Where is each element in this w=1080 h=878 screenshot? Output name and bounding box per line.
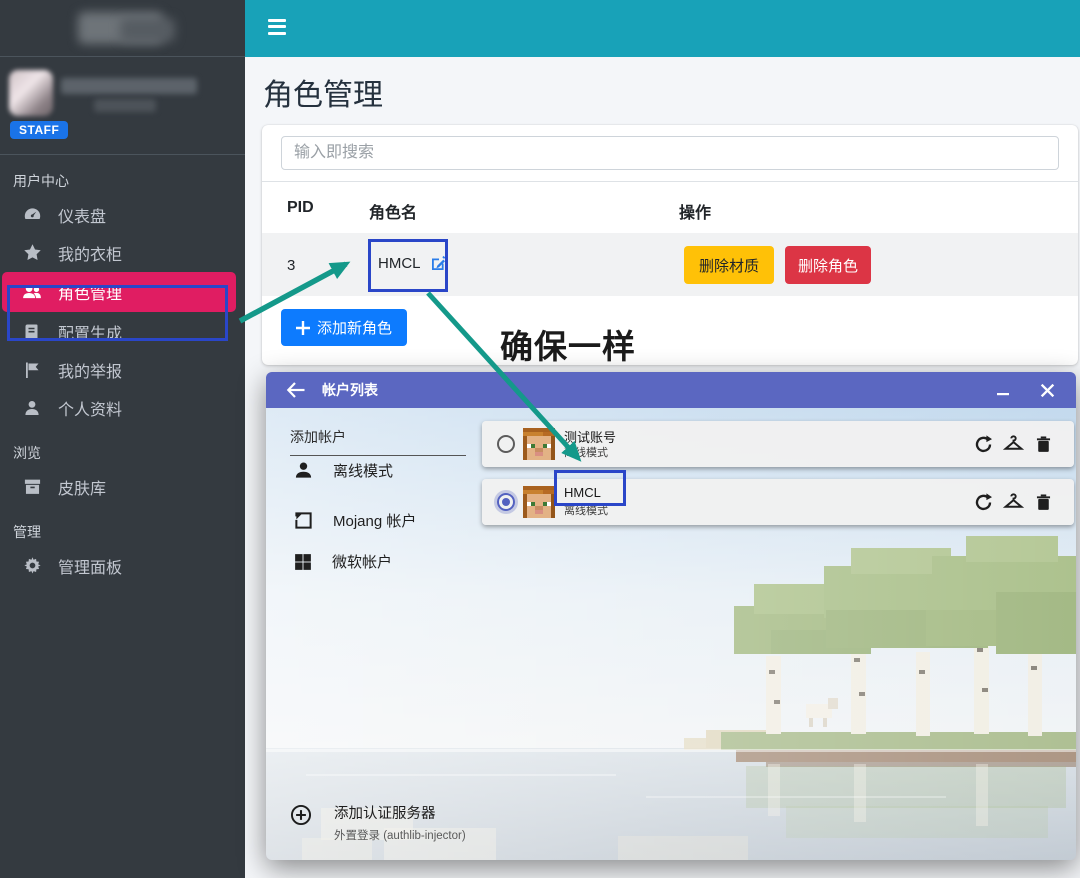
sidebar: STAFF 用户中心 仪表盘 我的衣柜 角色管理 配置生成 我的举报 — [0, 0, 245, 878]
microsoft-account-item[interactable]: 微软帐户 — [294, 551, 392, 572]
redacted-subtext — [94, 99, 156, 112]
refresh-icon[interactable] — [971, 432, 995, 456]
sidebar-item-admin-panel[interactable]: 管理面板 — [2, 547, 236, 584]
sidebar-item-my-reports[interactable]: 我的举报 — [2, 351, 236, 388]
archive-icon — [22, 477, 42, 497]
user-icon — [22, 398, 42, 418]
redacted-username — [61, 78, 197, 94]
sidebar-item-skin-library[interactable]: 皮肤库 — [2, 468, 236, 505]
account-row-test[interactable]: 测试账号 离线模式 — [482, 421, 1074, 467]
plus-icon — [296, 321, 310, 335]
hmcl-account-window: 帐户列表 添加帐户 离线模式 Mojang 帐户 微软帐户 — [266, 372, 1076, 860]
col-pid: PID — [287, 199, 314, 217]
add-auth-server-sub: 外置登录 (authlib-injector) — [334, 827, 466, 843]
star-icon — [22, 243, 42, 263]
cell-pid: 3 — [287, 257, 295, 274]
account-type: 离线模式 — [564, 444, 608, 460]
add-character-button[interactable]: 添加新角色 — [281, 309, 407, 346]
offline-mode-item[interactable]: 离线模式 — [294, 460, 393, 481]
sidebar-item-config-generation[interactable]: 配置生成 — [2, 313, 236, 350]
nav-section-admin: 管理 — [0, 506, 245, 546]
minecraft-avatar — [523, 486, 555, 518]
add-auth-server-label: 添加认证服务器 — [334, 802, 466, 823]
col-actions: 操作 — [679, 199, 711, 223]
window-title: 帐户列表 — [322, 380, 378, 400]
circle-plus-icon — [290, 804, 312, 843]
page-title: 角色管理 — [263, 70, 383, 114]
window-titlebar: 帐户列表 — [266, 372, 1076, 408]
skin-hanger-icon[interactable] — [1001, 432, 1025, 456]
sidebar-item-profile[interactable]: 个人资料 — [2, 389, 236, 426]
users-icon — [22, 282, 42, 302]
gear-icon — [22, 556, 42, 576]
book-icon — [22, 322, 42, 342]
table-row: 3 HMCL 删除材质 删除角色 — [262, 233, 1078, 296]
nav-section-browse: 浏览 — [0, 427, 245, 467]
microsoft-icon — [294, 553, 312, 571]
add-auth-server-item[interactable]: 添加认证服务器 外置登录 (authlib-injector) — [290, 802, 466, 843]
table-header: PID 角色名 操作 — [262, 181, 1078, 233]
character-card: PID 角色名 操作 3 HMCL 删除材质 删除角色 添加新角色 — [262, 125, 1078, 365]
delete-character-button[interactable]: 删除角色 — [785, 246, 871, 284]
mojang-icon — [294, 511, 313, 530]
sidebar-item-closet[interactable]: 我的衣柜 — [2, 234, 236, 271]
close-icon[interactable] — [1032, 376, 1062, 404]
status-badge: STAFF — [10, 121, 68, 139]
menu-toggle-icon[interactable] — [268, 19, 286, 35]
radio-unselected[interactable] — [497, 435, 515, 453]
edit-icon[interactable] — [429, 254, 447, 272]
sidebar-item-dashboard[interactable]: 仪表盘 — [2, 196, 236, 233]
minecraft-avatar — [523, 428, 555, 460]
handwritten-note: 确保一样 — [500, 320, 636, 368]
nav-section-user-center: 用户中心 — [0, 155, 245, 195]
delete-texture-button[interactable]: 删除材质 — [684, 246, 774, 284]
user-panel: STAFF — [0, 57, 245, 155]
account-row-hmcl[interactable]: HMCL 离线模式 — [482, 479, 1074, 525]
topbar — [245, 0, 1080, 57]
back-icon[interactable] — [284, 378, 308, 402]
search-input[interactable] — [281, 136, 1059, 170]
cell-character-name: HMCL — [378, 254, 447, 272]
col-name: 角色名 — [369, 199, 417, 223]
flag-icon — [22, 360, 42, 380]
add-account-label: 添加帐户 — [290, 427, 466, 456]
account-name: HMCL — [564, 485, 601, 500]
radio-selected[interactable] — [497, 493, 515, 511]
person-icon — [294, 461, 313, 480]
mojang-account-item[interactable]: Mojang 帐户 — [294, 510, 416, 531]
sidebar-item-character-management[interactable]: 角色管理 — [2, 272, 236, 312]
avatar — [9, 70, 53, 116]
delete-icon[interactable] — [1031, 490, 1055, 514]
brand-area[interactable] — [0, 0, 245, 57]
account-type: 离线模式 — [564, 502, 608, 518]
minimize-icon[interactable] — [988, 376, 1018, 404]
refresh-icon[interactable] — [971, 490, 995, 514]
gauge-icon — [22, 205, 42, 225]
delete-icon[interactable] — [1031, 432, 1055, 456]
skin-hanger-icon[interactable] — [1001, 490, 1025, 514]
